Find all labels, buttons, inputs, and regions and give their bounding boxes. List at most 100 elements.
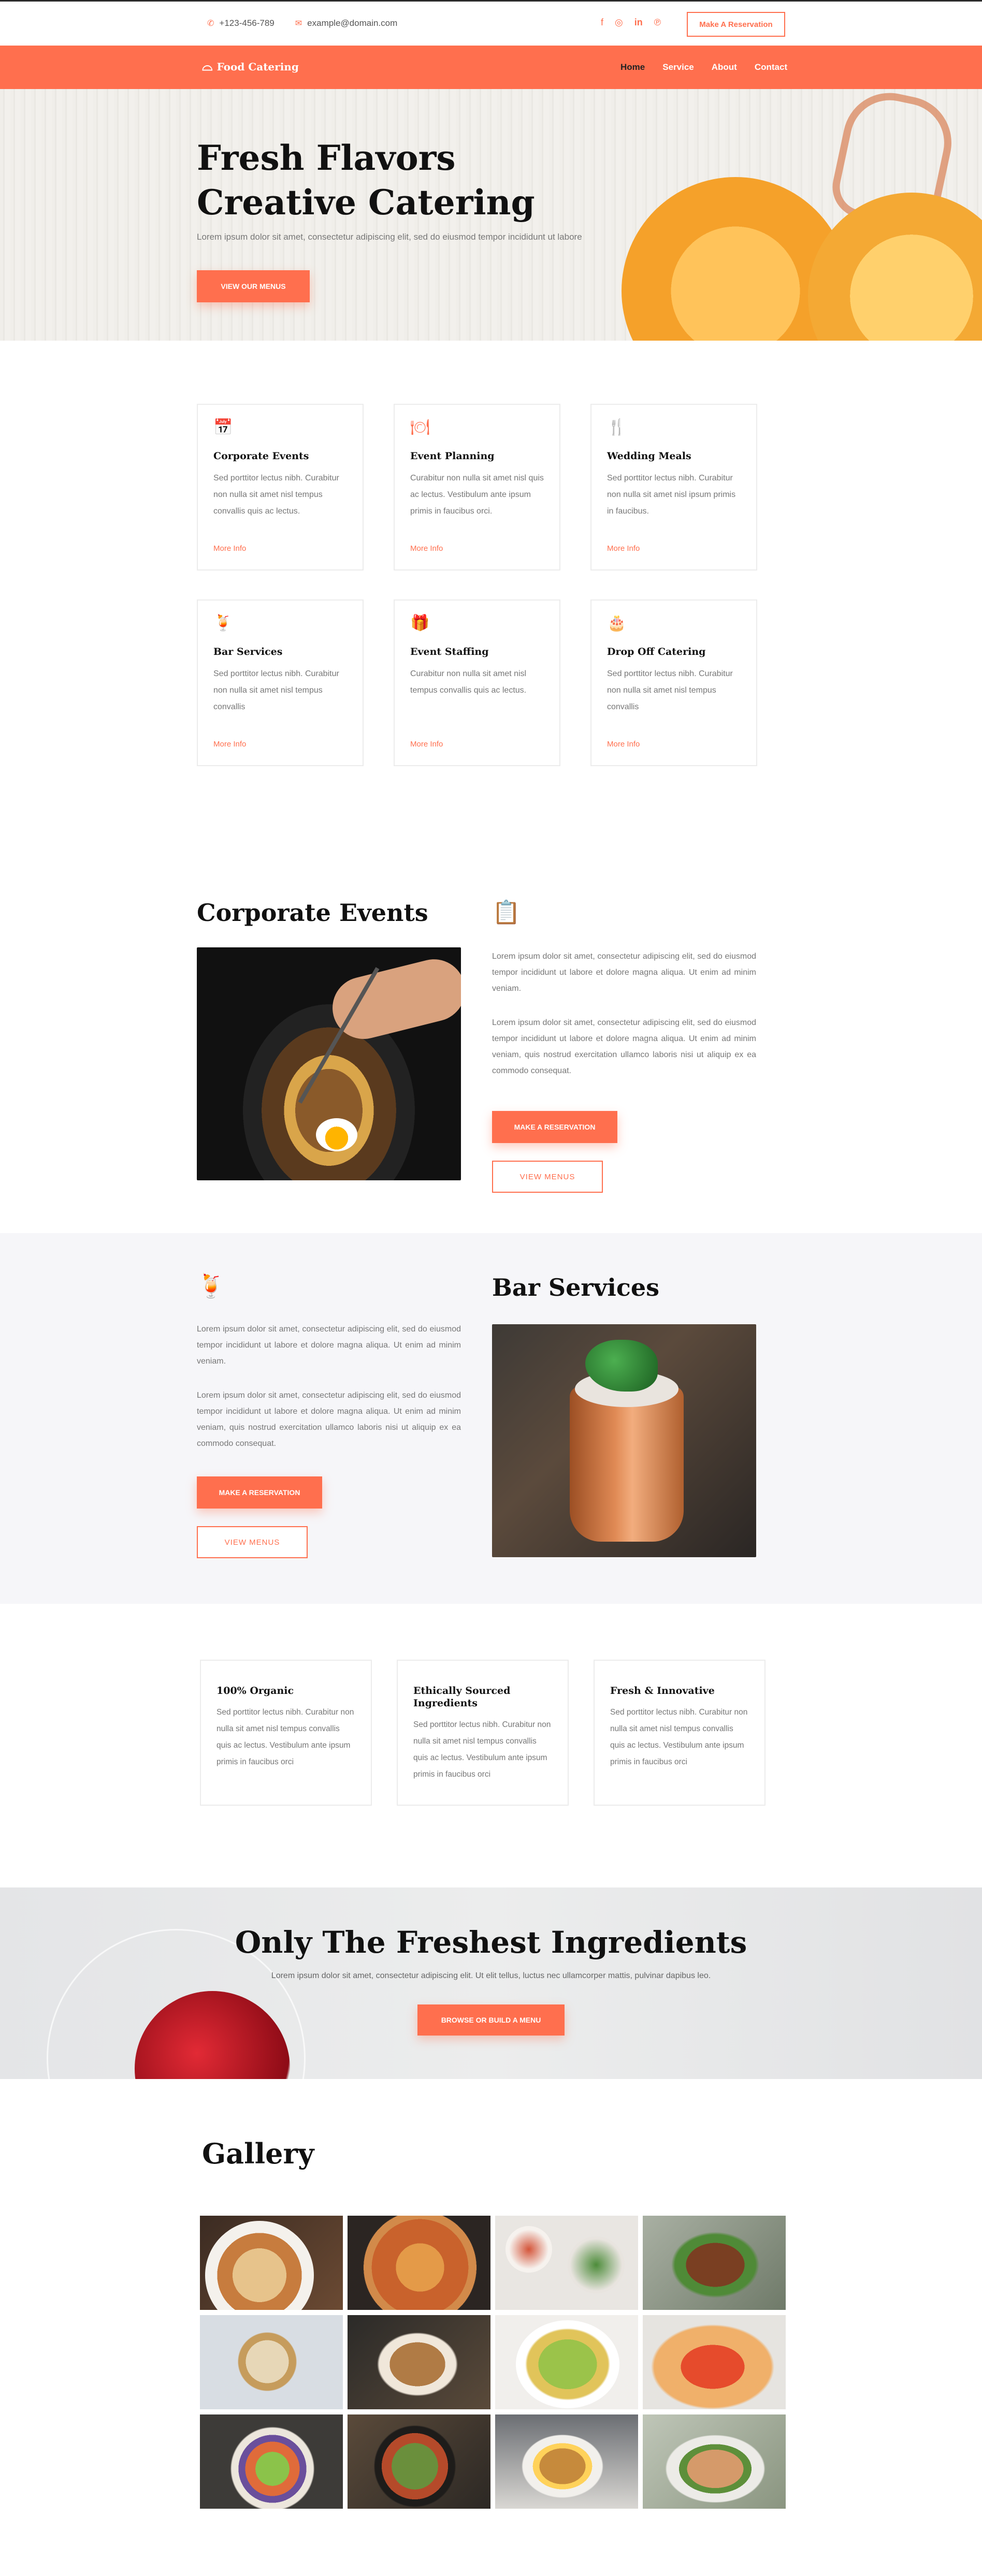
more-info-link[interactable]: More Info [410, 544, 443, 553]
corporate-events-section: Corporate Events 📋 Lorem ipsum dolor sit… [0, 860, 982, 1233]
value-title: Fresh & Innovative [610, 1685, 715, 1696]
service-title: Event Planning [410, 450, 495, 462]
gallery-image[interactable] [495, 2216, 638, 2310]
gallery-image[interactable] [643, 2216, 786, 2310]
view-menus-button[interactable]: VIEW MENUS [197, 1526, 308, 1558]
value-card: Fresh & Innovative Sed porttitor lectus … [594, 1660, 766, 1806]
burger-fries-image [516, 2430, 609, 2502]
email-link[interactable]: ✉ example@domain.com [295, 18, 398, 28]
nav-menu: Home Service About Contact [620, 62, 787, 72]
service-card: 🍽 Event Planning Curabitur non nulla sit… [394, 404, 560, 570]
cocktail-icon: 🍹 [197, 1274, 225, 1299]
make-reservation-button[interactable]: MAKE A RESERVATION [492, 1111, 617, 1143]
more-info-link[interactable]: More Info [213, 740, 246, 749]
gallery-image[interactable] [643, 2414, 786, 2509]
service-title: Wedding Meals [607, 450, 691, 462]
gallery-image[interactable] [200, 2414, 343, 2509]
service-text: Sed porttitor lectus nibh. Curabitur non… [213, 474, 339, 516]
nav-item-home[interactable]: Home [620, 62, 645, 72]
more-info-link[interactable]: More Info [213, 544, 246, 553]
nav-item-contact[interactable]: Contact [755, 62, 787, 72]
make-reservation-button[interactable]: Make A Reservation [687, 12, 785, 37]
nav-item-about[interactable]: About [712, 62, 737, 72]
mail-icon: ✉ [295, 19, 302, 28]
pizza-image [643, 2315, 786, 2409]
value-title: Ethically Sourced Ingredients [413, 1685, 511, 1709]
brand-logo[interactable]: ⌓ Food Catering [202, 58, 299, 75]
value-title: 100% Organic [216, 1685, 294, 1696]
steak-image [663, 2226, 767, 2304]
service-text: Sed porttitor lectus nibh. Curabitur non… [607, 474, 736, 516]
instagram-icon[interactable]: ◎ [615, 17, 623, 28]
gallery-section: Gallery [0, 2079, 982, 2576]
values-section: 100% Organic Sed porttitor lectus nibh. … [0, 1604, 982, 1887]
gallery-image[interactable] [495, 2315, 638, 2409]
service-title: Event Staffing [410, 646, 489, 657]
more-info-link[interactable]: More Info [607, 544, 640, 553]
hero-title: Fresh Flavors Creative Catering [197, 138, 535, 223]
more-info-link[interactable]: More Info [410, 740, 443, 749]
section-title: Bar Services [492, 1274, 660, 1301]
service-text: Curabitur non nulla sit amet nisl tempus… [410, 669, 527, 695]
section-paragraph: Lorem ipsum dolor sit amet, consectetur … [492, 952, 756, 993]
service-title: Drop Off Catering [607, 646, 706, 657]
browse-menu-button[interactable]: BROWSE OR BUILD A MENU [417, 2004, 565, 2036]
gallery-title: Gallery [202, 2137, 314, 2170]
email-text: example@domain.com [307, 18, 398, 28]
facebook-icon[interactable]: f [601, 17, 603, 28]
value-text: Sed porttitor lectus nibh. Curabitur non… [413, 1720, 551, 1779]
dish-image [506, 2226, 552, 2273]
phone-icon: ✆ [207, 19, 214, 28]
dining-table-icon: 🍽 [410, 419, 430, 436]
service-title: Bar Services [213, 646, 283, 657]
pasta-plate-image [205, 2221, 314, 2310]
cocktail-image [492, 1324, 756, 1557]
freshest-banner: Only The Freshest Ingredients Lorem ipsu… [0, 1887, 982, 2079]
pastry-image [368, 2325, 467, 2403]
gallery-image[interactable] [495, 2414, 638, 2509]
notepad-icon: 📋 [492, 900, 521, 925]
gallery-grid [200, 2216, 786, 2509]
service-text: Sed porttitor lectus nibh. Curabitur non… [607, 669, 733, 711]
service-card: 🎁 Event Staffing Curabitur non nulla sit… [394, 599, 560, 766]
pizza-image [363, 2216, 477, 2310]
dumpling-bowl-image [231, 2331, 304, 2393]
service-card: 📅 Corporate Events Sed porttitor lectus … [197, 404, 364, 570]
pinterest-icon[interactable]: ℗ [654, 17, 661, 28]
more-info-link[interactable]: More Info [607, 740, 640, 749]
value-text: Sed porttitor lectus nibh. Curabitur non… [610, 1708, 748, 1766]
service-text: Sed porttitor lectus nibh. Curabitur non… [213, 669, 339, 711]
banner-text: Lorem ipsum dolor sit amet, consectetur … [271, 1971, 711, 1980]
view-menus-button[interactable]: VIEW MENUS [492, 1161, 603, 1193]
bowl-image [221, 2425, 324, 2509]
section-title: Corporate Events [197, 899, 428, 927]
gallery-image[interactable] [643, 2315, 786, 2409]
view-menus-button[interactable]: VIEW OUR MENUS [197, 270, 310, 302]
value-text: Sed porttitor lectus nibh. Curabitur non… [216, 1708, 354, 1766]
nav-item-service[interactable]: Service [662, 62, 694, 72]
make-reservation-button[interactable]: MAKE A RESERVATION [197, 1476, 322, 1509]
copper-mug-image [570, 1386, 684, 1542]
calendar-icon: 📅 [213, 419, 233, 436]
gallery-image[interactable] [348, 2414, 490, 2509]
main-nav: ⌓ Food Catering Home Service About Conta… [0, 46, 982, 89]
service-card: 🍴 Wedding Meals Sed porttitor lectus nib… [590, 404, 757, 570]
cake-icon: 🎂 [607, 614, 627, 632]
hero-section: Fresh Flavors Creative Catering Lorem ip… [0, 89, 982, 341]
cocktail-icon: 🍹 [213, 614, 233, 632]
gallery-image[interactable] [348, 2315, 490, 2409]
phone-link[interactable]: ✆ +123-456-789 [207, 18, 275, 28]
linkedin-icon[interactable]: in [634, 17, 643, 28]
fish-plate-image [658, 2430, 772, 2508]
hand-image [326, 953, 461, 1046]
gallery-image[interactable] [348, 2216, 490, 2310]
cloche-icon: ⌓ [202, 58, 213, 74]
phone-text: +123-456-789 [219, 18, 275, 28]
wedding-table-icon: 🍴 [607, 419, 627, 436]
top-bar: ✆ +123-456-789 ✉ example@domain.com f ◎ in… [0, 0, 982, 46]
gallery-image[interactable] [200, 2216, 343, 2310]
skillet-image [363, 2425, 467, 2508]
gallery-image[interactable] [200, 2315, 343, 2409]
service-card: 🍹 Bar Services Sed porttitor lectus nibh… [197, 599, 364, 766]
contact-info: ✆ +123-456-789 ✉ example@domain.com [207, 18, 397, 28]
